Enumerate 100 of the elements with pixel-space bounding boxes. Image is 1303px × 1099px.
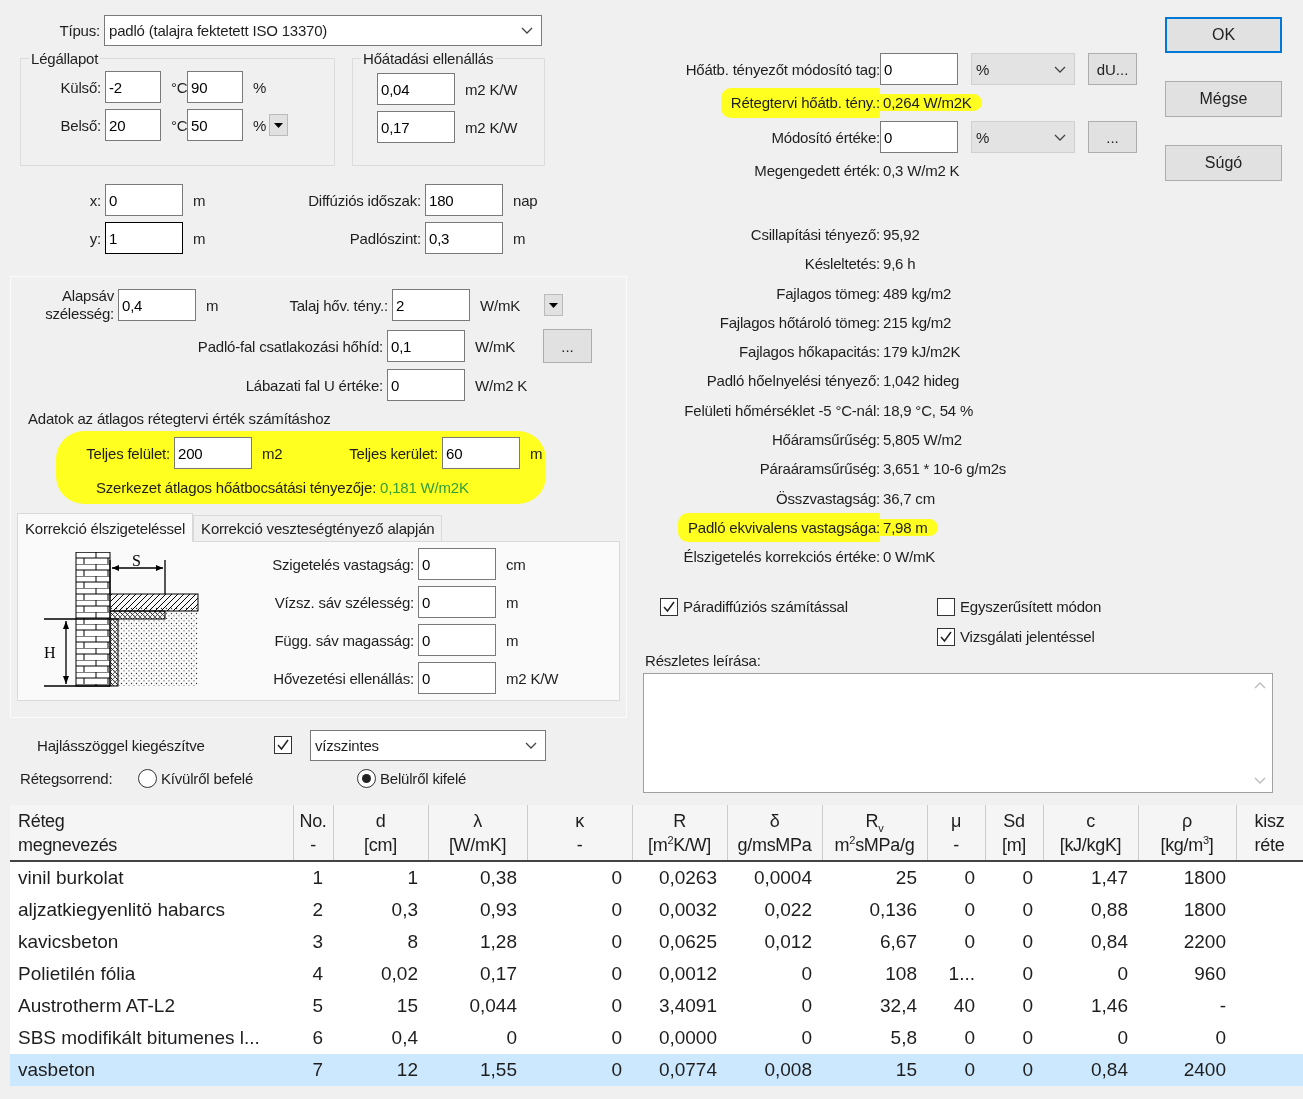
column-header[interactable]: R$_{v}$ m$^{2}$sMPa/g [822, 805, 927, 861]
field-label: Páradiffúziós számítással [683, 598, 848, 616]
table-row[interactable]: SBS modifikált bitumenes l... 6 0,4 0 0 0,0000 0 5,8 0 0 0 0 [10, 1022, 1303, 1054]
input-field[interactable]: 0,04 [377, 73, 455, 105]
column-header[interactable]: c [kJ/kgK] [1043, 805, 1138, 861]
unit-dropdown[interactable]: % [971, 53, 1075, 85]
table-cell: 0,93 [428, 894, 527, 926]
unit-label: m2 K/W [465, 118, 519, 136]
dialog-button[interactable]: Súgó [1165, 145, 1282, 181]
column-header[interactable]: κ - [527, 805, 632, 861]
table-cell: 108 [822, 958, 927, 990]
input-field[interactable]: 0 [418, 548, 496, 580]
chevron-down-icon [1054, 65, 1066, 73]
unit-dropdown[interactable]: % [971, 121, 1075, 153]
checkbox[interactable] [937, 627, 955, 646]
table-row[interactable]: vinil burkolat 1 1 0,38 0 0,0263 0,0004 25 0 0 1,47 1800 [10, 861, 1303, 894]
unit-label: m2 K/W [465, 80, 519, 98]
field-label: Rétegtervi hőátb. tény.: [720, 88, 880, 118]
column-header[interactable]: ρ [kg/m$^{3}$] [1138, 805, 1236, 861]
column-header[interactable]: μ - [927, 805, 985, 861]
input-field[interactable]: -2 [105, 71, 161, 103]
table-cell: 0 [727, 990, 822, 1022]
table-cell: 3 [293, 926, 333, 958]
column-header[interactable]: Réteg megnevezés [10, 805, 293, 861]
input-field[interactable]: 0 [880, 53, 958, 85]
input-field[interactable]: 0 [418, 662, 496, 694]
value-text: 0,264 W/m2K [880, 94, 982, 111]
table-cell: 5,8 [822, 1022, 927, 1054]
radio-button[interactable] [357, 769, 376, 788]
column-header[interactable]: No. - [293, 805, 333, 861]
table-cell: 0,02 [333, 958, 428, 990]
orientation-dropdown[interactable]: vízszintes [310, 730, 546, 761]
field-label: Késleltetés: [804, 254, 880, 275]
table-row[interactable]: Austrotherm AT-L2 5 15 0,044 0 3,4091 0 32,4 40 0 1,46 - [10, 990, 1303, 1022]
input-field[interactable]: 180 [425, 184, 503, 216]
tab[interactable]: Korrekció élszigeteléssel [17, 513, 194, 542]
input-field[interactable]: 0 [880, 121, 958, 153]
table-cell: 0,136 [822, 894, 927, 926]
checkbox[interactable] [274, 735, 292, 754]
unit-label: m2 [262, 444, 283, 462]
column-header[interactable]: λ [W/mK] [428, 805, 527, 861]
input-field[interactable]: 200 [174, 437, 252, 469]
input-field[interactable]: 20 [105, 109, 161, 141]
table-cell: - [1138, 990, 1236, 1022]
input-field[interactable]: 0 [418, 586, 496, 618]
column-header[interactable]: d [cm] [333, 805, 428, 861]
field-label: Talaj hőv. tény.: [289, 296, 388, 314]
column-header[interactable]: δ g/msMPa [727, 805, 822, 861]
input-field[interactable]: 0,3 [425, 222, 503, 254]
radio-button[interactable] [138, 769, 157, 788]
input-field[interactable]: 0 [387, 369, 465, 401]
checkbox[interactable] [937, 597, 955, 616]
field-label: Padló-fal csatlakozási hőhíd: [197, 337, 383, 355]
column-header[interactable]: kisz réte [1236, 805, 1303, 861]
table-cell: 0,0000 [632, 1022, 727, 1054]
table-cell: 0 [985, 861, 1043, 894]
input-field[interactable]: 90 [187, 71, 243, 103]
checkbox[interactable] [660, 597, 678, 616]
table-cell: 2400 [1138, 1054, 1236, 1086]
table-cell: 1,46 [1043, 990, 1138, 1022]
table-row[interactable]: kavicsbeton 3 8 1,28 0 0,0625 0,012 6,67 0 0 0,84 2200 [10, 926, 1303, 958]
input-field[interactable]: 0 [105, 184, 183, 216]
more-button[interactable]: dU... [1088, 53, 1137, 85]
table-cell: 0,88 [1043, 894, 1138, 926]
input-field[interactable]: 0,1 [387, 330, 465, 362]
value-text: 0 W/mK [882, 548, 936, 566]
input-field[interactable]: 50 [187, 109, 243, 141]
table-cell: 6,67 [822, 926, 927, 958]
table-cell: 0 [1043, 1022, 1138, 1054]
chevron-down-icon [525, 742, 537, 749]
input-field[interactable]: 0,17 [377, 111, 455, 143]
column-header[interactable]: R [m$^{2}$K/W] [632, 805, 727, 861]
table-cell: 0,008 [727, 1054, 822, 1086]
input-field[interactable]: 0,4 [118, 289, 196, 321]
more-button[interactable]: ... [1088, 121, 1137, 153]
input-field[interactable]: 1 [105, 222, 183, 254]
table-cell: 0 [527, 990, 632, 1022]
dialog-button[interactable]: Mégse [1165, 81, 1282, 117]
table-row[interactable]: Polietilén fólia 4 0,02 0,17 0 0,0012 0 108 1... 0 0 960 [10, 958, 1303, 990]
unit-label: m [206, 296, 219, 314]
table-cell: 6 [293, 1022, 333, 1054]
table-row[interactable]: vasbeton 7 12 1,55 0 0,0774 0,008 15 0 0 0,84 2400 [10, 1054, 1303, 1086]
unit-label: m [192, 229, 207, 247]
column-header[interactable]: Sd [m] [985, 805, 1043, 861]
dimension-label: H [44, 644, 56, 661]
table-cell: 1800 [1138, 861, 1236, 894]
table-row[interactable]: aljzatkiegyenlitö habarcs 2 0,3 0,93 0 0,0032 0,022 0,136 0 0 0,88 1800 [10, 894, 1303, 926]
table-cell: 0,38 [428, 861, 527, 894]
dialog-button[interactable]: OK [1165, 17, 1282, 53]
input-field[interactable]: 2 [392, 289, 470, 321]
input-field[interactable]: 0 [418, 624, 496, 656]
type-dropdown[interactable]: padló (talajra fektetett ISO 13370) [104, 15, 542, 46]
tab[interactable]: Korrekció veszteségtényező alapján [193, 515, 443, 541]
input-field[interactable]: 60 [442, 437, 520, 469]
more-button[interactable]: ... [543, 329, 592, 363]
field-label: Belülről kifelé [380, 770, 467, 787]
dropdown-button[interactable] [544, 294, 563, 316]
dropdown-button[interactable] [269, 114, 288, 136]
table-cell: 1,55 [428, 1054, 527, 1086]
table-cell: 0,4 [333, 1022, 428, 1054]
